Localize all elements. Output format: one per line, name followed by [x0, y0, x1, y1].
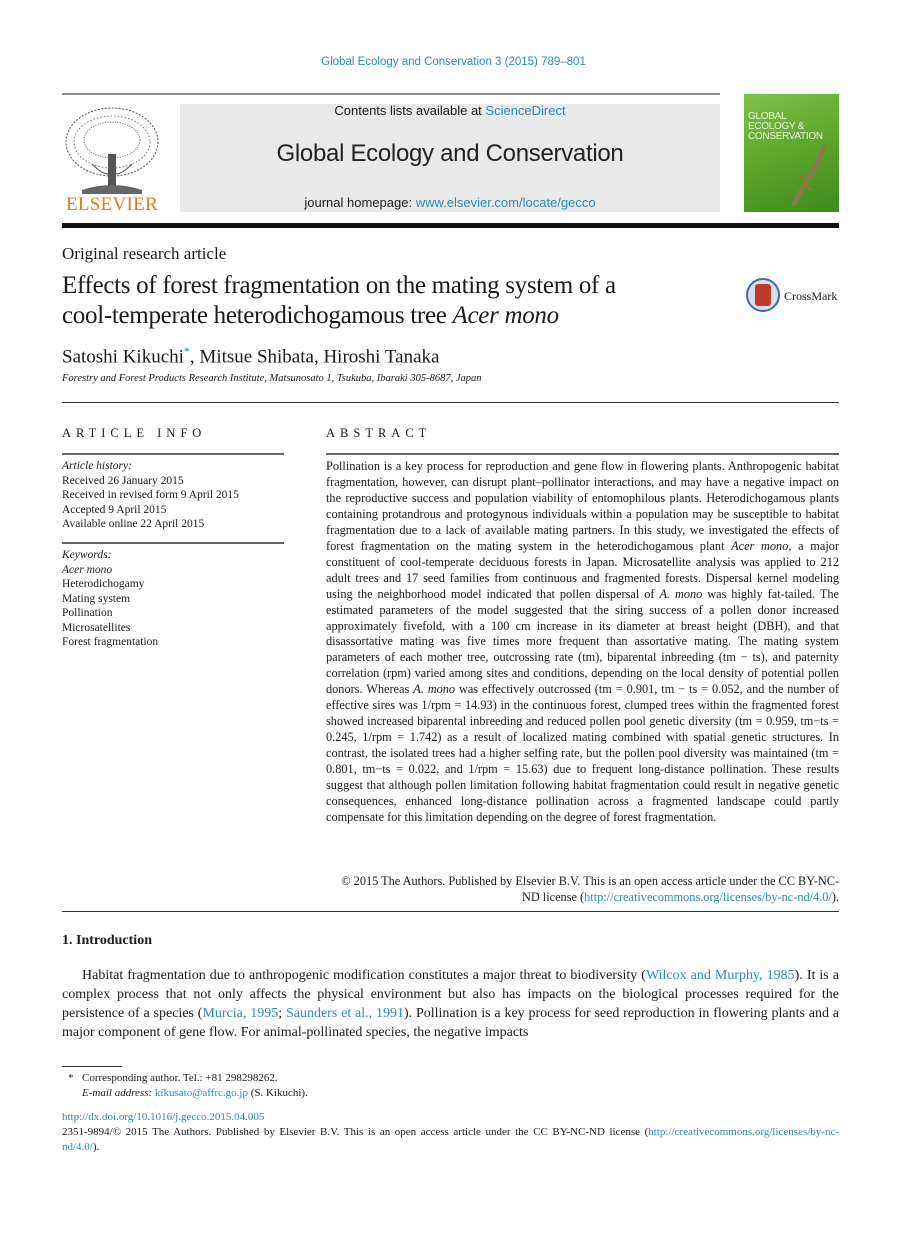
- abstract-heading: ABSTRACT: [326, 426, 432, 440]
- history-item: Accepted 9 April 2015: [62, 503, 167, 516]
- doi-link[interactable]: http://dx.doi.org/10.1016/j.gecco.2015.0…: [62, 1111, 264, 1123]
- history-item: Received in revised form 9 April 2015: [62, 489, 239, 501]
- license-link[interactable]: http://creativecommons.org/licenses/by-n…: [584, 890, 832, 904]
- article-history: Article history: Received 26 January 201…: [62, 459, 284, 532]
- abstract-license: © 2015 The Authors. Published by Elsevie…: [341, 874, 839, 904]
- keyword: Microsatellites: [62, 621, 131, 634]
- elsevier-logo[interactable]: ELSEVIER: [62, 104, 162, 215]
- header-rule: [62, 93, 720, 95]
- journal-citation[interactable]: Global Ecology and Conservation 3 (2015)…: [0, 56, 907, 68]
- affiliation: Forestry and Forest Products Research In…: [62, 373, 482, 384]
- gecko-icon: [791, 144, 827, 207]
- keywords-rule: [62, 542, 284, 544]
- keyword: Heterodichogamy: [62, 578, 145, 590]
- history-item: Available online 22 April 2015: [62, 518, 205, 530]
- journal-homepage: journal homepage: www.elsevier.com/locat…: [304, 195, 596, 210]
- article-title: Effects of forest fragmentation on the m…: [62, 272, 616, 329]
- author-name[interactable]: Hiroshi Tanaka: [323, 346, 439, 367]
- sciencedirect-link[interactable]: ScienceDirect: [485, 103, 565, 118]
- article-info-rule: [62, 453, 284, 455]
- contents-line: Contents lists available at ScienceDirec…: [334, 103, 566, 118]
- abstract-rule: [326, 453, 839, 455]
- author-list: Satoshi Kikuchi*, Mitsue Shibata, Hirosh…: [62, 344, 440, 368]
- header-thick-rule: [62, 223, 839, 228]
- history-item: Received 26 January 2015: [62, 474, 184, 487]
- author-name[interactable]: Mitsue Shibata: [199, 346, 314, 367]
- abstract-end-rule: [62, 911, 839, 912]
- reference-link[interactable]: Wilcox and Murphy, 1985: [646, 968, 795, 983]
- keywords: Keywords: Acer mono Heterodichogamy Mati…: [62, 548, 284, 650]
- cover-title: GLOBAL ECOLOGY & CONSERVATION: [748, 111, 823, 142]
- corresponding-author-mark[interactable]: *: [184, 344, 190, 358]
- footnote-rule: [62, 1066, 122, 1067]
- elsevier-wordmark: ELSEVIER: [65, 194, 159, 215]
- keyword: Mating system: [62, 592, 131, 605]
- corresponding-author-note: Corresponding author. Tel.: +81 29829826…: [82, 1072, 278, 1084]
- keyword: Pollination: [62, 607, 113, 619]
- article-info-heading: ARTICLE INFO: [62, 426, 207, 440]
- email-link[interactable]: kikusato@affrc.go.jp: [155, 1087, 248, 1099]
- journal-title: Global Ecology and Conservation: [276, 140, 624, 167]
- keyword: Forest fragmentation: [62, 636, 159, 648]
- author-name[interactable]: Satoshi Kikuchi: [62, 346, 184, 367]
- crossmark-bookmark-icon: [755, 284, 771, 306]
- article-type: Original research article: [62, 244, 227, 263]
- journal-homepage-link[interactable]: www.elsevier.com/locate/gecco: [416, 195, 596, 210]
- issn-license-note: 2351-9894/© 2015 The Authors. Published …: [62, 1126, 839, 1153]
- reference-link[interactable]: Saunders et al., 1991: [286, 1006, 404, 1021]
- crossmark-label[interactable]: CrossMark: [784, 289, 837, 304]
- introduction-paragraph: Habitat fragmentation due to anthropogen…: [62, 968, 840, 1040]
- section-heading-introduction: 1. Introduction: [62, 933, 152, 948]
- keyword: Acer mono: [62, 563, 113, 576]
- reference-link[interactable]: Murcia, 1995: [202, 1006, 278, 1021]
- footnote-mark: *: [68, 1072, 74, 1084]
- title-rule: [62, 402, 839, 403]
- email-note: E-mail address: kikusato@affrc.go.jp (S.…: [82, 1087, 308, 1099]
- abstract-text: Pollination is a key process for reprodu…: [326, 459, 840, 824]
